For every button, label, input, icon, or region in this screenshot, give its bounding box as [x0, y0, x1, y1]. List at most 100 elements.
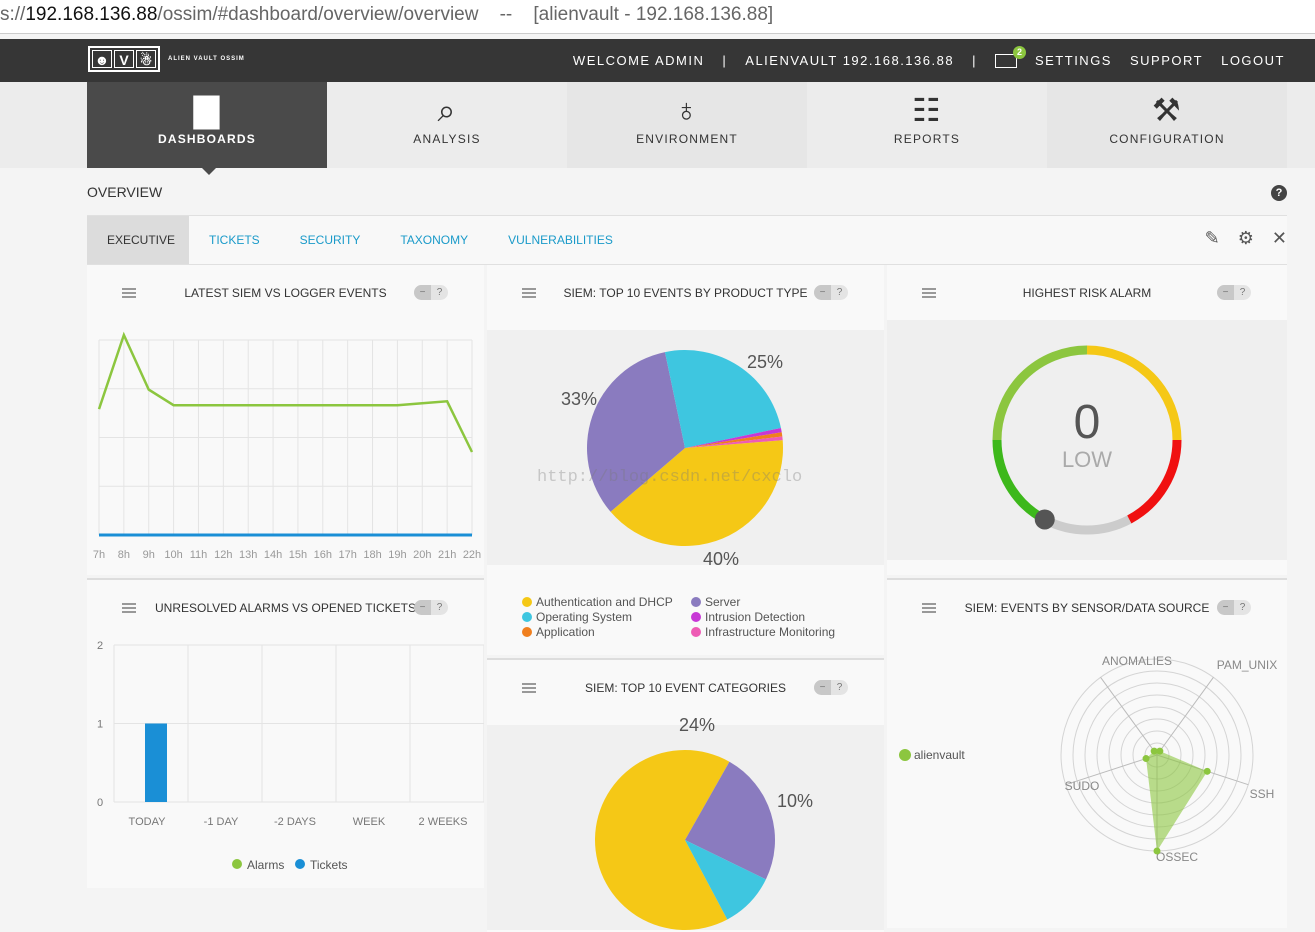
widget-top10-categories: SIEM: TOP 10 EVENT CATEGORIES −? 24% 10%: [487, 658, 884, 932]
minimize-button[interactable]: −: [414, 600, 431, 615]
logo[interactable]: ☻ V ☃ ALIEN VAULT OSSIM: [88, 46, 245, 72]
host-text: ALIENVAULT 192.168.136.88: [745, 53, 955, 68]
minimize-button[interactable]: −: [1217, 285, 1234, 300]
pie-label: 40%: [703, 549, 739, 569]
tab-tickets[interactable]: TICKETS: [189, 216, 280, 264]
widget-alarms-tickets: UNRESOLVED ALARMS VS OPENED TICKETS −? 01…: [87, 578, 484, 888]
legend-item[interactable]: Authentication and DHCP: [522, 595, 673, 609]
nav-configuration[interactable]: ⚒ CONFIGURATION: [1047, 82, 1287, 168]
support-link[interactable]: SUPPORT: [1130, 53, 1203, 68]
widget-controls: −?: [414, 600, 448, 615]
widget-controls: −?: [1217, 285, 1251, 300]
nav-label: CONFIGURATION: [1109, 132, 1225, 146]
radar-point: [1150, 747, 1158, 755]
x-tick-label: 19h: [388, 549, 406, 561]
legend-item[interactable]: Operating System: [522, 610, 632, 624]
widget-controls: −?: [814, 680, 848, 695]
radar-axis-label: SSH: [1250, 787, 1275, 801]
mail-icon[interactable]: 2: [994, 45, 1026, 68]
nav-environment[interactable]: ♁ ENVIRONMENT: [567, 82, 807, 168]
help-button[interactable]: ?: [1234, 600, 1251, 615]
legend-dot: [522, 627, 532, 637]
welcome-text: WELCOME ADMIN: [572, 53, 705, 68]
help-icon[interactable]: ?: [1271, 185, 1287, 201]
legend-item[interactable]: Infrastructure Monitoring: [691, 625, 835, 639]
help-button[interactable]: ?: [831, 680, 848, 695]
logout-link[interactable]: LOGOUT: [1221, 53, 1285, 68]
pencil-icon[interactable]: ✎: [1205, 228, 1220, 249]
legend-dot: [232, 859, 242, 869]
tab-security[interactable]: SECURITY: [280, 216, 381, 264]
minimize-button[interactable]: −: [1217, 600, 1234, 615]
logo-v: V: [114, 50, 134, 68]
pie-label: 10%: [777, 791, 813, 811]
main-nav: ▇ DASHBOARDS ⌕ ANALYSIS ♁ ENVIRONMENT ☷ REPO…: [0, 82, 1315, 175]
widget-controls: −?: [414, 285, 448, 300]
pie-label: 24%: [679, 715, 715, 735]
x-tick-label: 10h: [164, 549, 182, 561]
legend-item[interactable]: Application: [522, 625, 595, 639]
legend-item[interactable]: Intrusion Detection: [691, 610, 805, 624]
mail-count-badge: 2: [1012, 45, 1026, 59]
legend-item[interactable]: Server: [691, 595, 740, 609]
x-tick-label: 2 WEEKS: [419, 816, 468, 828]
radar-axis-label: SUDO: [1065, 779, 1100, 793]
x-tick-label: 14h: [264, 549, 282, 561]
x-tick-label: TODAY: [129, 816, 167, 828]
x-tick-label: 22h: [463, 549, 481, 561]
help-button[interactable]: ?: [1234, 285, 1251, 300]
x-tick-label: WEEK: [353, 816, 386, 828]
x-tick-label: 15h: [289, 549, 307, 561]
address-bar[interactable]: s://192.168.136.88/ossim/#dashboard/over…: [0, 0, 1315, 34]
radar-axis-label: OSSEC: [1156, 850, 1198, 864]
minimize-button[interactable]: −: [814, 680, 831, 695]
tab-taxonomy[interactable]: TAXONOMY: [380, 216, 488, 264]
url-path: /ossim/#dashboard/overview/overview: [157, 4, 479, 25]
separator: |: [972, 53, 977, 68]
x-tick-label: 18h: [363, 549, 381, 561]
nav-dashboards[interactable]: ▇ DASHBOARDS: [87, 82, 327, 175]
tab-executive[interactable]: EXECUTIVE: [87, 216, 189, 264]
gear-icon[interactable]: ⚙: [1238, 228, 1254, 249]
line-chart: 7h 8h 9h 10h 11h 12h 13h 14h 15h 16h 17h 18h 19h 20h 2…: [93, 331, 481, 561]
minimize-button[interactable]: −: [414, 285, 431, 300]
minimize-button[interactable]: −: [814, 285, 831, 300]
legend-dot: [691, 597, 701, 607]
gauge-needle: [1034, 509, 1055, 530]
y-tick-label: 2: [97, 640, 103, 652]
page-title: OVERVIEW: [87, 184, 163, 200]
legend-dot: [691, 612, 701, 622]
radar-axis-label: ANOMALIES: [1102, 654, 1172, 668]
x-tick-label: 16h: [314, 549, 332, 561]
legend-label: alienvault: [914, 748, 965, 762]
x-tick-label: 7h: [93, 549, 105, 561]
nav-analysis[interactable]: ⌕ ANALYSIS: [327, 82, 567, 168]
radar-area: [1146, 751, 1208, 851]
bar-chart: 0 1 2 TODAY -1 DAY -2 DAYS WEEK 2 WEEKS Alarms Ti…: [97, 640, 484, 872]
tab-vulnerabilities[interactable]: VULNERABILITIES: [488, 216, 633, 264]
help-button[interactable]: ?: [431, 600, 448, 615]
help-button[interactable]: ?: [431, 285, 448, 300]
bar: [145, 723, 167, 802]
help-button[interactable]: ?: [831, 285, 848, 300]
legend-label: Intrusion Detection: [705, 610, 806, 624]
top-nav: WELCOME ADMIN | ALIENVAULT 192.168.136.8…: [572, 45, 1285, 68]
legend-label: Tickets: [310, 858, 348, 872]
widget-siem-logger: LATEST SIEM VS LOGGER EVENTS −? 7h 8h 9h 10h…: [87, 265, 484, 575]
fullscreen-icon[interactable]: ✕: [1272, 228, 1287, 249]
widget-controls: −?: [1217, 600, 1251, 615]
url-prefix: s://: [0, 4, 26, 25]
analysis-icon: ⌕: [437, 92, 457, 128]
nav-reports[interactable]: ☷ REPORTS: [807, 82, 1047, 168]
dashboard-tabs: EXECUTIVE TICKETS SECURITY TAXONOMY VULN…: [87, 215, 1287, 265]
nav-label: ANALYSIS: [413, 132, 481, 146]
nav-label: ENVIRONMENT: [636, 132, 738, 146]
settings-link[interactable]: SETTINGS: [1035, 53, 1112, 68]
x-tick-label: 11h: [190, 549, 208, 561]
radar-axis-label: PAM_UNIX: [1217, 658, 1277, 672]
risk-level: LOW: [1061, 447, 1113, 472]
x-tick-label: 20h: [413, 549, 431, 561]
legend-label: Server: [705, 595, 741, 609]
x-tick-label: 13h: [239, 549, 257, 561]
risk-value: 0: [1073, 396, 1101, 449]
